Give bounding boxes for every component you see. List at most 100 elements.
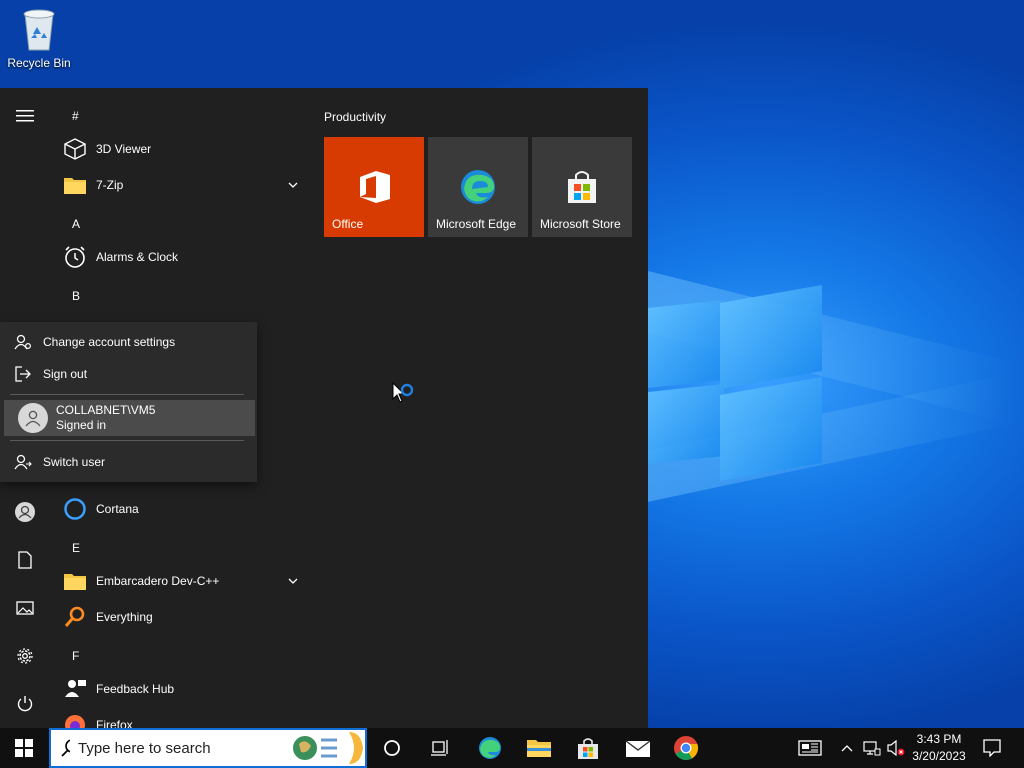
taskbar-clock[interactable]: 3:43 PM 3/20/2023 (906, 731, 972, 765)
app-firefox[interactable]: Firefox (62, 708, 308, 728)
tile-office[interactable]: Office (324, 137, 424, 237)
search-highlight-icon (291, 730, 365, 767)
account-button[interactable] (10, 497, 40, 527)
cortana-button[interactable] (368, 728, 416, 768)
document-icon (18, 551, 32, 569)
notification-icon (983, 739, 1001, 757)
start-button[interactable] (0, 728, 48, 768)
clock-date: 3/20/2023 (912, 749, 966, 763)
expand-menu-button[interactable] (10, 101, 40, 131)
app-label: 3D Viewer (96, 142, 152, 156)
app-cortana[interactable]: Cortana (62, 492, 308, 526)
mail-icon (625, 740, 651, 757)
account-flyout: Change account settings Sign out COLLABN… (0, 322, 257, 482)
recycle-bin-icon (19, 6, 59, 52)
cube-icon (62, 136, 88, 162)
taskbar: 3:43 PM 3/20/2023 (0, 728, 1024, 768)
office-icon (354, 167, 394, 207)
user-status: Signed in (56, 418, 107, 432)
tiles-area: Productivity Office Microsoft Edge Micro… (324, 88, 644, 728)
change-account-settings-button[interactable]: Change account settings (0, 326, 257, 358)
network-icon (863, 741, 881, 756)
user-avatar-icon (18, 403, 48, 433)
cortana-icon (384, 740, 400, 756)
chevron-up-icon (841, 745, 853, 752)
app-label: Embarcadero Dev-C++ (96, 574, 220, 588)
store-icon (578, 738, 598, 759)
tile-label: Office (332, 217, 364, 231)
folder-icon (62, 172, 88, 198)
search-input[interactable] (78, 739, 277, 757)
app-everything[interactable]: Everything (62, 600, 308, 634)
task-view-button[interactable] (416, 728, 464, 768)
switch-user-label: Switch user (43, 455, 106, 469)
change-account-settings-label: Change account settings (43, 335, 176, 349)
app-label: Feedback Hub (96, 682, 175, 696)
magnifier-icon (62, 604, 88, 630)
app-embarcadero-dev-cpp[interactable]: Embarcadero Dev-C++ (62, 564, 308, 598)
app-feedback-hub[interactable]: Feedback Hub (62, 672, 308, 706)
edge-icon (458, 167, 498, 207)
switch-user-icon (14, 453, 32, 471)
app-label: 7-Zip (96, 178, 124, 192)
windows-logo-wallpaper (640, 285, 822, 481)
user-name: COLLABNET\VM5 (56, 403, 156, 417)
taskbar-chrome[interactable] (662, 728, 710, 768)
app-label: Firefox (96, 718, 133, 728)
section-header-f[interactable]: F (72, 649, 79, 663)
section-header-hash[interactable]: # (72, 109, 79, 123)
sign-out-label: Sign out (43, 367, 88, 381)
flyout-divider (10, 394, 244, 395)
taskbar-mail[interactable] (614, 728, 662, 768)
settings-button[interactable] (10, 641, 40, 671)
search-icon (61, 739, 70, 757)
sign-out-icon (14, 365, 32, 383)
power-button[interactable] (10, 689, 40, 719)
app-alarms-clock[interactable]: Alarms & Clock (62, 240, 308, 274)
clock-icon (62, 244, 88, 270)
tile-microsoft-edge[interactable]: Microsoft Edge (428, 137, 528, 237)
switch-user-button[interactable]: Switch user (0, 446, 257, 478)
folder-icon (62, 568, 88, 594)
news-widget-button[interactable] (786, 728, 834, 768)
app-7-zip[interactable]: 7-Zip (62, 168, 308, 202)
section-header-a[interactable]: A (72, 217, 80, 231)
section-header-b[interactable]: B (72, 289, 80, 303)
section-header-e[interactable]: E (72, 541, 80, 555)
gear-icon (17, 648, 33, 664)
pictures-icon (16, 601, 34, 615)
flyout-divider (10, 440, 244, 441)
hamburger-icon (16, 110, 34, 122)
app-label: Everything (96, 610, 153, 624)
firefox-icon (62, 712, 88, 728)
volume-button[interactable] (884, 728, 908, 768)
chevron-down-icon[interactable] (288, 574, 298, 588)
documents-button[interactable] (10, 545, 40, 575)
action-center-button[interactable] (974, 728, 1010, 768)
tile-label: Microsoft Store (540, 217, 621, 231)
recycle-bin[interactable]: Recycle Bin (6, 6, 72, 70)
folder-icon (527, 740, 551, 757)
taskbar-file-explorer[interactable] (515, 728, 563, 768)
user-avatar-icon (15, 502, 35, 522)
tile-microsoft-store[interactable]: Microsoft Store (532, 137, 632, 237)
taskbar-edge[interactable] (466, 728, 514, 768)
app-label: Cortana (96, 502, 139, 516)
taskbar-store[interactable] (564, 728, 612, 768)
show-hidden-icons-button[interactable] (836, 728, 858, 768)
tiles-group-title[interactable]: Productivity (324, 110, 386, 124)
current-user-entry[interactable]: COLLABNET\VM5 Signed in (4, 400, 255, 436)
chrome-icon (674, 736, 699, 761)
chevron-down-icon[interactable] (288, 178, 298, 192)
recycle-bin-label: Recycle Bin (7, 56, 71, 70)
feedback-icon (62, 676, 88, 702)
app-3d-viewer[interactable]: 3D Viewer (62, 132, 308, 166)
network-button[interactable] (860, 728, 884, 768)
user-settings-icon (14, 333, 32, 351)
edge-icon (479, 737, 501, 759)
search-box[interactable] (49, 728, 367, 768)
pictures-button[interactable] (10, 593, 40, 623)
volume-muted-icon (887, 740, 905, 756)
task-view-icon (431, 740, 448, 756)
sign-out-button[interactable]: Sign out (0, 358, 257, 390)
